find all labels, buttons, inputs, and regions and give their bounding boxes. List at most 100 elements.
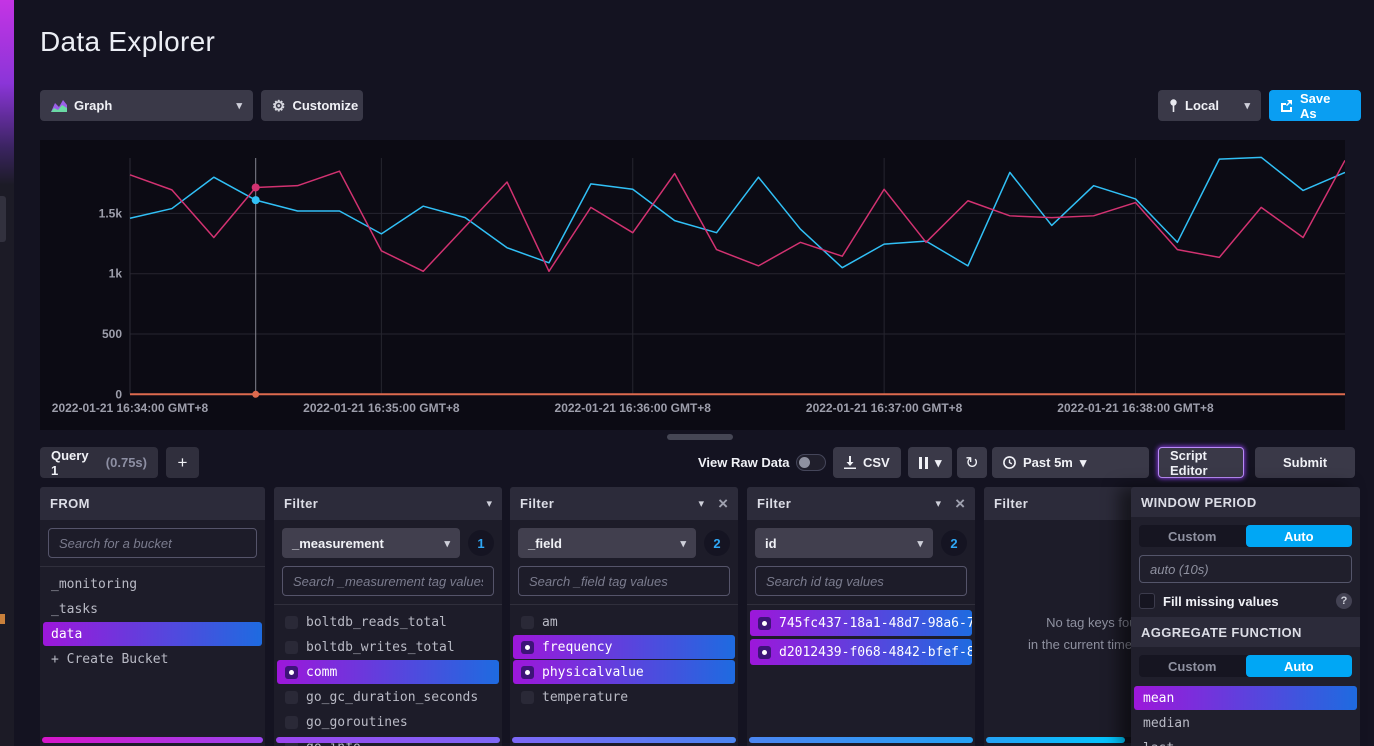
view-raw-data-toggle[interactable] [796, 454, 826, 471]
pause-icon [919, 457, 928, 469]
tag-value-label: am [542, 615, 558, 630]
tag-key-dropdown[interactable]: _measurement ▾ [282, 528, 460, 558]
filter-panel-measurement: Filter ▾ _measurement ▾ 1 boltdb_reads_t… [274, 487, 502, 746]
horizontal-scrollbar[interactable] [749, 737, 973, 743]
bucket-label: _monitoring [51, 577, 137, 592]
tag-value-item-selected[interactable]: frequency [513, 635, 735, 659]
save-as-label: Save As [1300, 91, 1350, 121]
horizontal-scrollbar[interactable] [986, 737, 1125, 743]
pause-dropdown-button[interactable]: ▾ [908, 447, 952, 478]
tag-value-item[interactable]: am [513, 610, 735, 634]
checkbox-unchecked[interactable] [521, 691, 534, 704]
script-editor-label: Script Editor [1170, 448, 1232, 478]
aggregate-mode-toggle: Custom Auto [1139, 655, 1352, 677]
bucket-label: _tasks [51, 602, 98, 617]
tag-value-search-input[interactable] [518, 566, 730, 596]
export-icon [1280, 99, 1293, 112]
chevron-down-icon[interactable]: ▾ [486, 497, 492, 510]
svg-text:1.5k: 1.5k [99, 206, 123, 220]
checkbox-checked[interactable] [285, 666, 298, 679]
aggregate-function-item-selected[interactable]: mean [1134, 686, 1357, 710]
bucket-search-input[interactable] [48, 528, 257, 558]
create-bucket-button[interactable]: + Create Bucket [43, 647, 262, 671]
tag-value-item-selected[interactable]: 745fc437-18a1-48d7-98a6-7… [750, 610, 972, 636]
add-query-button[interactable]: + [166, 447, 199, 478]
horizontal-scrollbar[interactable] [42, 737, 263, 743]
local-dropdown[interactable]: Local ▾ [1158, 90, 1261, 121]
left-edge-tab [0, 196, 6, 242]
horizontal-scrollbar[interactable] [512, 737, 736, 743]
refresh-button[interactable]: ↻ [957, 447, 987, 478]
tag-value-label: boltdb_reads_total [306, 615, 447, 630]
auto-option[interactable]: Auto [1246, 525, 1353, 547]
filter-panel-field: Filter ▾ × _field ▾ 2 am frequency physi… [510, 487, 738, 746]
bucket-item[interactable]: _tasks [43, 597, 262, 621]
checkbox-unchecked[interactable] [285, 716, 298, 729]
aggregate-function-item[interactable]: median [1134, 711, 1357, 735]
custom-option[interactable]: Custom [1139, 525, 1246, 547]
horizontal-scrollbar[interactable] [276, 737, 500, 743]
bucket-item-selected[interactable]: data [43, 622, 262, 646]
filter-title: Filter [520, 496, 554, 511]
checkbox-unchecked[interactable] [521, 616, 534, 629]
checkbox-unchecked[interactable] [285, 616, 298, 629]
window-period-mode-toggle: Custom Auto [1139, 525, 1352, 547]
save-as-button[interactable]: Save As [1269, 90, 1361, 121]
aggregate-function-header: AGGREGATE FUNCTION [1131, 617, 1360, 647]
help-icon[interactable]: ? [1336, 593, 1352, 609]
svg-text:500: 500 [102, 327, 122, 341]
checkbox-unchecked[interactable] [285, 641, 298, 654]
tag-value-label: d2012439-f068-4842-bfef-8… [779, 645, 972, 660]
window-period-input[interactable] [1139, 555, 1352, 583]
chevron-down-icon: ▾ [1080, 455, 1087, 471]
tag-key-dropdown[interactable]: _field ▾ [518, 528, 696, 558]
close-icon[interactable]: × [955, 495, 965, 512]
tag-key-dropdown[interactable]: id ▾ [755, 528, 933, 558]
graph-type-dropdown[interactable]: Graph ▾ [40, 90, 253, 121]
gear-icon: ⚙ [272, 97, 285, 115]
chevron-down-icon[interactable]: ▾ [936, 497, 942, 510]
time-range-dropdown[interactable]: Past 5m ▾ [992, 447, 1149, 478]
tag-value-item-selected[interactable]: comm [277, 660, 499, 684]
selected-count-badge: 2 [941, 530, 967, 556]
bucket-item[interactable]: _monitoring [43, 572, 262, 596]
tag-value-item[interactable]: boltdb_writes_total [277, 635, 499, 659]
custom-option[interactable]: Custom [1139, 655, 1246, 677]
script-editor-button[interactable]: Script Editor [1158, 447, 1244, 478]
tag-value-item[interactable]: temperature [513, 685, 735, 709]
svg-text:2022-01-21 16:36:00 GMT+8: 2022-01-21 16:36:00 GMT+8 [555, 401, 712, 415]
fill-missing-values-checkbox[interactable] [1139, 593, 1155, 609]
tag-value-label: go_goroutines [306, 715, 408, 730]
chevron-down-icon[interactable]: ▾ [699, 497, 705, 510]
aggregate-function-item[interactable]: last [1134, 736, 1357, 746]
resize-handle[interactable] [667, 434, 733, 440]
tag-value-item[interactable]: go_gc_duration_seconds [277, 685, 499, 709]
time-series-chart[interactable]: 05001k1.5k2022-01-21 16:34:00 GMT+82022-… [40, 140, 1345, 430]
filter-header: Filter ▾ [274, 487, 502, 520]
tag-value-item-selected[interactable]: d2012439-f068-4842-bfef-8… [750, 639, 972, 665]
tag-value-search-input[interactable] [755, 566, 967, 596]
checkbox-unchecked[interactable] [285, 691, 298, 704]
tag-value-item[interactable]: go_goroutines [277, 710, 499, 734]
tag-value-item[interactable]: boltdb_reads_total [277, 610, 499, 634]
tag-value-search-input[interactable] [282, 566, 494, 596]
aggregate-function-title: AGGREGATE FUNCTION [1141, 625, 1302, 640]
checkbox-checked[interactable] [758, 617, 771, 630]
fill-missing-values-label: Fill missing values [1163, 594, 1279, 609]
submit-button[interactable]: Submit [1255, 447, 1355, 478]
filter-title: Filter [757, 496, 791, 511]
chevron-down-icon: ▾ [935, 455, 942, 471]
query-duration: (0.75s) [106, 455, 147, 470]
page-title: Data Explorer [40, 26, 215, 58]
close-icon[interactable]: × [718, 495, 728, 512]
checkbox-checked[interactable] [758, 646, 771, 659]
tag-value-item-selected[interactable]: physicalvalue [513, 660, 735, 684]
auto-option[interactable]: Auto [1246, 655, 1353, 677]
customize-button[interactable]: ⚙ Customize [261, 90, 363, 121]
tag-value-label: comm [306, 665, 337, 680]
checkbox-checked[interactable] [521, 641, 534, 654]
query-tab[interactable]: Query 1 (0.75s) [40, 447, 158, 478]
csv-download-button[interactable]: CSV [833, 447, 901, 478]
checkbox-checked[interactable] [521, 666, 534, 679]
refresh-icon: ↻ [965, 453, 978, 473]
